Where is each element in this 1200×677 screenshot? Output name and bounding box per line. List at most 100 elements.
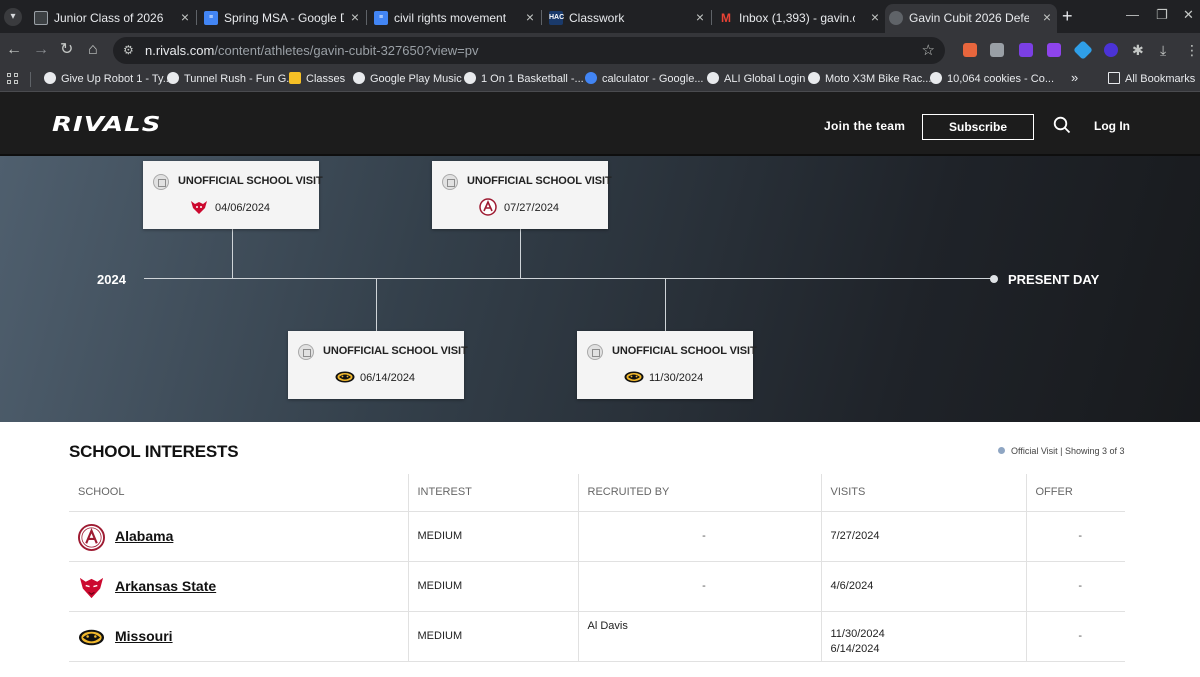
- table-row: Arkansas State MEDIUM - 4/6/2024 -: [69, 560, 1125, 612]
- building-icon: [442, 174, 458, 190]
- tab-title: Classwork: [569, 11, 625, 25]
- log-in-link[interactable]: Log In: [1094, 119, 1130, 133]
- interest-cell: MEDIUM: [408, 610, 579, 662]
- interests-legend: Official Visit | Showing 3 of 3: [998, 446, 1125, 456]
- bookmark-item[interactable]: Google Play Music: [353, 72, 462, 85]
- column-header-interest[interactable]: INTEREST: [408, 474, 579, 512]
- tab-classwork[interactable]: HAC Classwork ×: [545, 4, 710, 33]
- school-link-missouri[interactable]: Missouri: [115, 628, 173, 644]
- forward-arrow-icon[interactable]: →: [33, 41, 49, 59]
- close-tab-icon[interactable]: ×: [526, 9, 534, 25]
- google-docs-icon: ≡: [204, 11, 218, 25]
- globe-icon: [353, 72, 365, 84]
- column-header-recruited-by[interactable]: RECRUITED BY: [578, 474, 822, 512]
- column-header-school[interactable]: SCHOOL: [69, 474, 409, 512]
- extension-icon[interactable]: [990, 43, 1004, 57]
- bookmark-item[interactable]: Tunnel Rush - Fun G...: [167, 72, 295, 85]
- classes-icon: [289, 72, 301, 84]
- tab-separator: [711, 10, 712, 25]
- building-icon: [153, 174, 169, 190]
- visit-title: UNOFFICIAL SCHOOL VISIT: [467, 175, 612, 187]
- building-icon: [587, 344, 603, 360]
- recruited-by-cell: -: [578, 560, 822, 612]
- extensions-puzzle-icon[interactable]: ✱: [1132, 41, 1144, 59]
- site-header: RIVALS Join the team Subscribe Log In: [0, 92, 1200, 156]
- bookmark-item[interactable]: Give Up Robot 1 - Ty...: [44, 72, 172, 85]
- close-tab-icon[interactable]: ×: [351, 9, 359, 25]
- back-arrow-icon[interactable]: ←: [6, 41, 22, 59]
- extension-icon[interactable]: [963, 43, 977, 57]
- extension-icon[interactable]: [1047, 43, 1061, 57]
- school-link-alabama[interactable]: Alabama: [115, 528, 173, 544]
- recruiter-name: Al Davis: [587, 619, 628, 632]
- close-tab-icon[interactable]: ×: [871, 9, 879, 25]
- alabama-logo-icon[interactable]: [78, 523, 105, 551]
- all-bookmarks[interactable]: All Bookmarks: [1108, 72, 1195, 85]
- extension-icon[interactable]: [1104, 43, 1118, 57]
- tab-civil-rights[interactable]: ≡ civil rights movement 1960 ×: [370, 4, 540, 33]
- visit-card[interactable]: UNOFFICIAL SCHOOL VISIT 07/27/2024: [432, 161, 612, 229]
- timeline-stem: [232, 228, 233, 278]
- browser-tab-strip: ▾ Junior Class of 2026 × ≡ Spring MSA - …: [0, 0, 1200, 33]
- visits-cell: 11/30/2024 6/14/2024: [821, 610, 1027, 662]
- extension-icon[interactable]: [1073, 40, 1093, 60]
- visit-card[interactable]: UNOFFICIAL SCHOOL VISIT 04/06/2024: [143, 161, 323, 229]
- bookmark-item[interactable]: Moto X3M Bike Rac...: [808, 72, 931, 85]
- close-tab-icon[interactable]: ×: [1043, 9, 1051, 25]
- visit-card[interactable]: UNOFFICIAL SCHOOL VISIT 06/14/2024: [288, 331, 468, 399]
- address-bar[interactable]: ⚙ n.rivals.com/content/athletes/gavin-cu…: [113, 37, 945, 64]
- subscribe-button[interactable]: Subscribe: [922, 114, 1034, 140]
- new-tab-plus-icon[interactable]: +: [1062, 6, 1073, 27]
- tab-spring-msa[interactable]: ≡ Spring MSA - Google Docs ×: [200, 4, 365, 33]
- visits-cell: 4/6/2024: [821, 560, 1027, 612]
- more-menu-icon[interactable]: ⋮: [1185, 41, 1199, 59]
- school-cell: Arkansas State: [69, 560, 409, 612]
- school-interests-heading: SCHOOL INTERESTS: [69, 442, 239, 461]
- search-icon[interactable]: [1053, 116, 1071, 134]
- join-the-team-link[interactable]: Join the team: [824, 119, 905, 133]
- column-header-offer[interactable]: OFFER: [1026, 474, 1125, 512]
- download-icon[interactable]: ⤓: [1160, 41, 1166, 59]
- home-icon[interactable]: ⌂: [88, 41, 98, 59]
- close-tab-icon[interactable]: ×: [181, 9, 189, 25]
- site-info-icon[interactable]: ⚙: [123, 43, 134, 57]
- column-header-visits[interactable]: VISITS: [821, 474, 1027, 512]
- arkansas-state-logo-icon[interactable]: [78, 574, 105, 601]
- bookmark-item[interactable]: 1 On 1 Basketball -...: [464, 72, 584, 85]
- table-header-row: SCHOOL INTEREST RECRUITED BY VISITS OFFE…: [69, 474, 1125, 512]
- reload-icon[interactable]: ↻: [60, 41, 73, 59]
- tab-inbox[interactable]: M Inbox (1,393) - gavin.cubit ×: [715, 4, 885, 33]
- missouri-logo-icon[interactable]: [78, 624, 105, 651]
- tab-search-chevron-icon[interactable]: ▾: [4, 8, 22, 26]
- globe-icon: [464, 72, 476, 84]
- tab-title: Gavin Cubit 2026 Defensiv: [909, 11, 1029, 25]
- apps-grid-icon[interactable]: [7, 73, 19, 85]
- timeline-stem: [665, 279, 666, 331]
- visit-date: 04/06/2024: [215, 202, 271, 214]
- tab-gavin-cubit[interactable]: Gavin Cubit 2026 Defensiv ×: [885, 4, 1057, 33]
- globe-favicon-icon: [889, 11, 903, 25]
- visit-card[interactable]: UNOFFICIAL SCHOOL VISIT 11/30/2024: [577, 331, 757, 399]
- bookmark-item[interactable]: ALI Global Login: [707, 72, 805, 85]
- visit-title: UNOFFICIAL SCHOOL VISIT: [323, 345, 468, 357]
- bookmarks-bar: Give Up Robot 1 - Ty... Tunnel Rush - Fu…: [0, 67, 1200, 92]
- close-tab-icon[interactable]: ×: [696, 9, 704, 25]
- extension-icon[interactable]: [1019, 43, 1033, 57]
- school-link-arkansas-state[interactable]: Arkansas State: [115, 578, 216, 594]
- rivals-logo[interactable]: RIVALS: [52, 113, 161, 136]
- globe-icon: [930, 72, 942, 84]
- bookmarks-overflow-icon[interactable]: »: [1071, 70, 1078, 85]
- bookmark-item[interactable]: calculator - Google...: [585, 72, 704, 85]
- tab-junior-class[interactable]: Junior Class of 2026 ×: [30, 4, 195, 33]
- minimize-icon[interactable]: —: [1126, 7, 1139, 22]
- building-icon: [298, 344, 314, 360]
- close-window-icon[interactable]: ✕: [1183, 7, 1194, 23]
- bookmark-item[interactable]: Classes: [289, 72, 345, 85]
- interest-cell: MEDIUM: [408, 560, 579, 612]
- browser-toolbar: ← → ↻ ⌂ ⚙ n.rivals.com/content/athletes/…: [0, 33, 1200, 67]
- restore-window-icon[interactable]: ❐: [1156, 7, 1168, 23]
- bookmark-star-icon[interactable]: ☆: [922, 41, 935, 59]
- globe-icon: [707, 72, 719, 84]
- bookmark-item[interactable]: 10,064 cookies - Co...: [930, 72, 1054, 85]
- timeline-end-dot: [990, 275, 998, 283]
